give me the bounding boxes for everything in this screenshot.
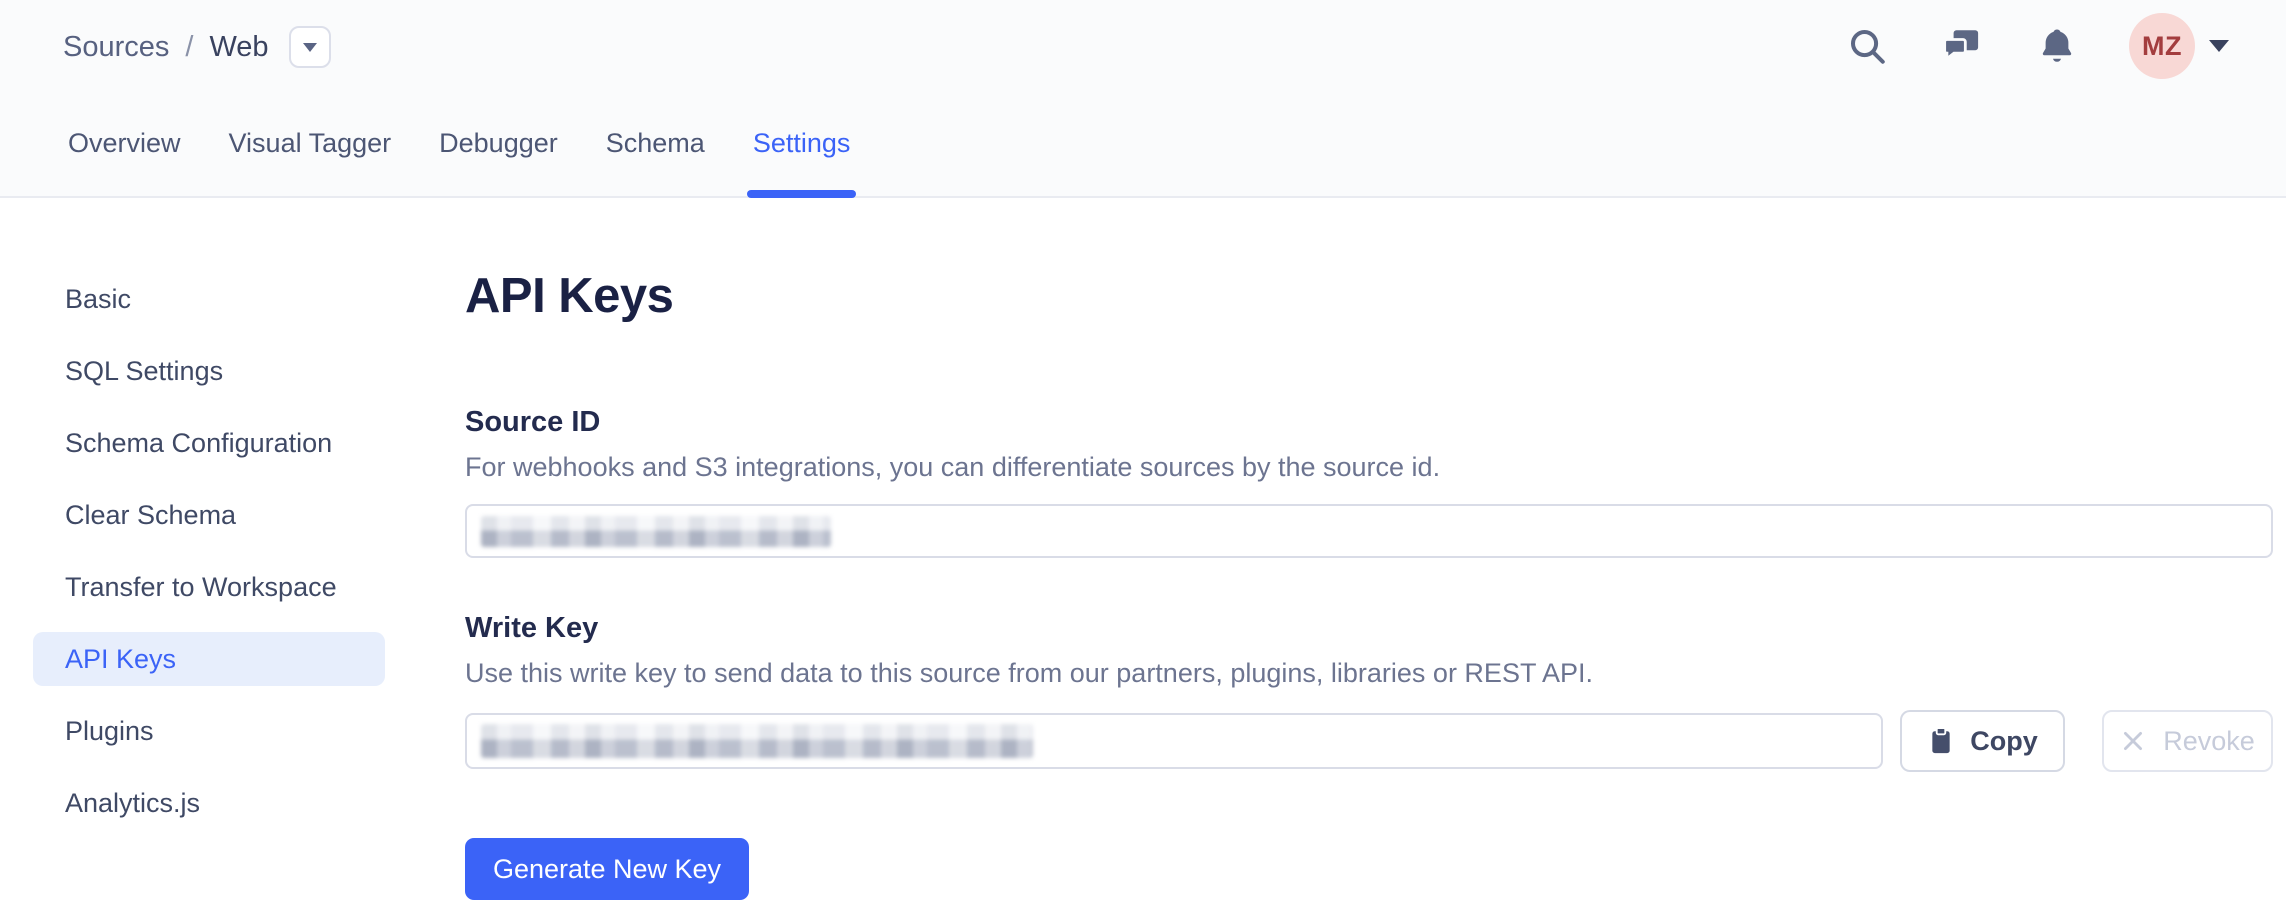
tab-schema[interactable]: Schema [606, 118, 705, 198]
generate-new-key-button[interactable]: Generate New Key [465, 838, 749, 900]
x-icon [2120, 728, 2146, 754]
avatar[interactable]: MZ [2129, 13, 2195, 79]
breadcrumb-current-source: Web [209, 31, 268, 64]
page-title: API Keys [465, 268, 2273, 324]
source-id-label: Source ID [465, 406, 2273, 438]
tab-overview[interactable]: Overview [68, 118, 181, 198]
settings-sidebar: Basic SQL Settings Schema Configuration … [0, 198, 440, 848]
source-id-description: For webhooks and S3 integrations, you ca… [465, 452, 2273, 482]
sidebar-item-analytics-js[interactable]: Analytics.js [33, 776, 385, 830]
chat-icon[interactable] [1940, 24, 1984, 68]
write-key-redacted-value [481, 724, 1033, 758]
source-id-redacted-value [481, 516, 831, 547]
tab-debugger[interactable]: Debugger [439, 118, 558, 198]
sidebar-item-transfer-to-workspace[interactable]: Transfer to Workspace [33, 560, 385, 614]
search-icon[interactable] [1845, 24, 1889, 68]
write-key-label: Write Key [465, 612, 2273, 644]
breadcrumb: Sources / Web [63, 24, 331, 70]
sidebar-item-clear-schema[interactable]: Clear Schema [33, 488, 385, 542]
write-key-description: Use this write key to send data to this … [465, 658, 2273, 688]
source-switcher-button[interactable] [289, 26, 331, 68]
copy-button[interactable]: Copy [1900, 710, 2065, 772]
copy-button-label: Copy [1970, 726, 2038, 757]
caret-down-icon [303, 43, 317, 52]
sidebar-item-api-keys[interactable]: API Keys [33, 632, 385, 686]
write-key-field[interactable] [465, 713, 1883, 769]
tab-bar: Overview Visual Tagger Debugger Schema S… [68, 118, 850, 198]
source-id-field[interactable] [465, 504, 2273, 558]
clipboard-icon [1927, 726, 1955, 756]
revoke-button[interactable]: Revoke [2102, 710, 2273, 772]
sidebar-item-plugins[interactable]: Plugins [33, 704, 385, 758]
sidebar-item-basic[interactable]: Basic [33, 272, 385, 326]
sidebar-item-schema-configuration[interactable]: Schema Configuration [33, 416, 385, 470]
write-key-row: Copy Revoke [465, 710, 2273, 772]
revoke-button-label: Revoke [2163, 726, 2255, 757]
sidebar-item-sql-settings[interactable]: SQL Settings [33, 344, 385, 398]
tab-settings[interactable]: Settings [753, 118, 851, 198]
tab-visual-tagger[interactable]: Visual Tagger [229, 118, 392, 198]
bell-icon[interactable] [2035, 24, 2079, 68]
breadcrumb-sources-link[interactable]: Sources [63, 31, 169, 64]
main-content: API Keys Source ID For webhooks and S3 i… [465, 198, 2273, 900]
account-caret-down-icon[interactable] [2209, 40, 2229, 52]
topbar-actions: MZ [1845, 13, 2229, 79]
header: Sources / Web MZ Overv [0, 0, 2286, 198]
breadcrumb-separator: / [185, 31, 193, 64]
